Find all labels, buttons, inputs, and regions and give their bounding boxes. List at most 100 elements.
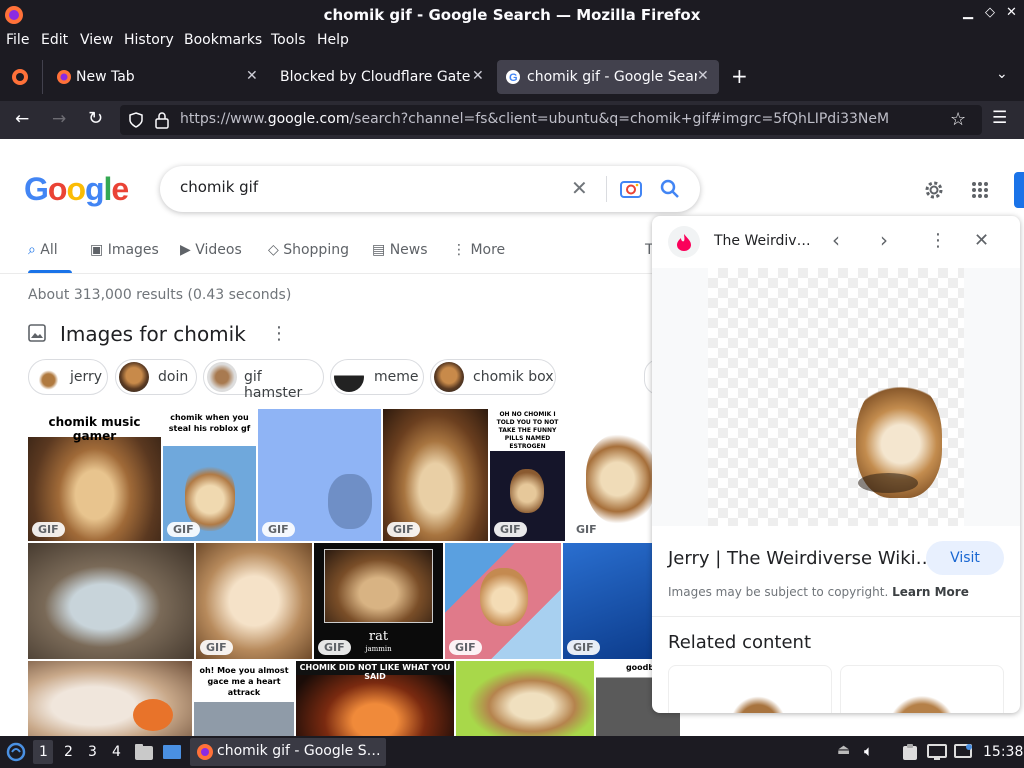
maximize-icon[interactable]: ◇ bbox=[985, 5, 995, 20]
menu-bookmarks[interactable]: Bookmarks bbox=[184, 32, 262, 48]
sign-in-button[interactable] bbox=[1014, 172, 1024, 208]
search-query[interactable]: chomik gif bbox=[180, 178, 258, 196]
workspace-1[interactable]: 1 bbox=[39, 744, 48, 760]
image-result[interactable]: GIF bbox=[445, 543, 561, 659]
workspace-2[interactable]: 2 bbox=[64, 744, 73, 760]
visit-button[interactable]: Visit bbox=[926, 541, 1004, 575]
close-tab-icon[interactable]: ✕ bbox=[246, 68, 258, 84]
menu-file[interactable]: File bbox=[6, 32, 29, 48]
gif-badge: GIF bbox=[570, 522, 603, 537]
source-name[interactable]: The Weirdiv… bbox=[714, 233, 811, 249]
list-tabs-chevron-icon[interactable]: ⌄ bbox=[996, 66, 1008, 82]
chip-jerry[interactable]: jerry bbox=[28, 359, 108, 395]
network-icon[interactable] bbox=[954, 743, 974, 761]
tab-news[interactable]: ▤ News bbox=[372, 242, 428, 258]
chip-gif-hamster[interactable]: gif hamster bbox=[203, 359, 324, 401]
chip-meme[interactable]: meme bbox=[330, 359, 424, 395]
workspace-3[interactable]: 3 bbox=[88, 744, 97, 760]
tab-videos[interactable]: ▶ Videos bbox=[180, 242, 242, 258]
taskbar-firefox-window[interactable]: chomik gif - Google S… bbox=[190, 738, 386, 766]
forward-icon[interactable]: → bbox=[52, 109, 66, 129]
volume-icon[interactable]: 🔈︎ bbox=[864, 742, 873, 760]
image-result[interactable]: chomik music gamer GIF bbox=[28, 409, 161, 541]
close-tab-icon[interactable]: ✕ bbox=[472, 68, 484, 84]
image-result[interactable]: OH NO CHOMIK I TOLD YOU TO NOT TAKE THE … bbox=[490, 409, 565, 541]
apps-grid-icon[interactable] bbox=[971, 181, 989, 199]
image-result[interactable]: rat jammin GIF bbox=[314, 543, 443, 659]
search-icon[interactable] bbox=[660, 179, 680, 199]
close-panel-icon[interactable]: ✕ bbox=[974, 230, 989, 251]
chip-chomik-box[interactable]: chomik box bbox=[430, 359, 556, 395]
tab-images[interactable]: ▣ Images bbox=[90, 242, 159, 258]
related-content-heading: Related content bbox=[668, 632, 811, 653]
chip-thumbnail bbox=[434, 362, 464, 392]
chip-doin[interactable]: doin bbox=[115, 359, 197, 395]
chip-label: gif hamster bbox=[244, 369, 303, 401]
url-bar[interactable]: https://www.google.com/search?channel=fs… bbox=[120, 105, 982, 135]
image-result[interactable] bbox=[28, 543, 194, 659]
menu-history[interactable]: History bbox=[124, 32, 174, 48]
google-logo[interactable]: Google bbox=[24, 171, 129, 208]
url-text[interactable]: https://www.google.com/search?channel=fs… bbox=[180, 111, 889, 127]
tab-more[interactable]: ⋮ More bbox=[452, 242, 505, 258]
new-tab-plus-icon[interactable]: + bbox=[731, 64, 748, 88]
image-section-icon bbox=[28, 324, 46, 342]
workspace-4[interactable]: 4 bbox=[112, 744, 121, 760]
preview-image[interactable] bbox=[708, 268, 964, 526]
image-result[interactable]: GIF bbox=[383, 409, 488, 541]
tabs-divider bbox=[0, 273, 660, 274]
section-more-options-icon[interactable]: ⋮ bbox=[270, 323, 288, 344]
shield-icon[interactable] bbox=[128, 112, 144, 128]
tab-new-tab[interactable]: New Tab ✕ bbox=[48, 60, 268, 94]
firefox-view-icon[interactable] bbox=[10, 67, 30, 87]
menu-edit[interactable]: Edit bbox=[41, 32, 68, 48]
menu-tools[interactable]: Tools bbox=[271, 32, 306, 48]
settings-gear-icon[interactable] bbox=[923, 179, 945, 201]
related-image[interactable] bbox=[840, 665, 1004, 713]
image-result[interactable] bbox=[28, 661, 192, 736]
close-window-icon[interactable]: ✕ bbox=[1006, 5, 1017, 20]
learn-more-link[interactable]: Learn More bbox=[892, 585, 969, 599]
tab-all[interactable]: ⌕ All bbox=[28, 242, 58, 258]
related-image[interactable] bbox=[668, 665, 832, 713]
file-manager-icon[interactable] bbox=[134, 743, 154, 761]
image-preview-panel: The Weirdiv… ‹ › ⋮ ✕ Jerry | The Weirdiv… bbox=[652, 216, 1020, 713]
reload-icon[interactable]: ↻ bbox=[88, 108, 103, 129]
back-icon[interactable]: ← bbox=[15, 109, 29, 129]
image-title[interactable]: Jerry | The Weirdiverse Wiki… bbox=[668, 548, 934, 569]
start-menu-icon[interactable] bbox=[6, 742, 26, 762]
display-icon[interactable] bbox=[927, 743, 947, 761]
image-result[interactable]: GIF bbox=[563, 543, 652, 659]
tab-label: chomik gif - Google Searc bbox=[527, 69, 697, 85]
camera-lens-icon[interactable] bbox=[620, 179, 642, 199]
image-result[interactable]: chomik when you steal his roblox gf GIF bbox=[163, 409, 256, 541]
image-result[interactable]: oh! Moe you almost gace me a heart attra… bbox=[194, 661, 294, 736]
panel-divider bbox=[652, 616, 1020, 617]
clipboard-icon[interactable] bbox=[901, 743, 919, 761]
clear-search-icon[interactable]: ✕ bbox=[571, 176, 588, 200]
image-caption: chomik when you steal his roblox gf bbox=[168, 413, 251, 433]
lock-icon[interactable] bbox=[154, 111, 170, 129]
desktop-icon[interactable] bbox=[162, 743, 182, 761]
close-tab-icon[interactable]: ✕ bbox=[697, 68, 709, 84]
hamburger-menu-icon[interactable]: ☰ bbox=[992, 108, 1007, 128]
minimize-icon[interactable]: ▁ bbox=[963, 5, 973, 20]
image-result[interactable]: GIF bbox=[258, 409, 381, 541]
search-box[interactable]: chomik gif ✕ bbox=[160, 166, 700, 212]
upload-tray-icon[interactable]: ⏏ bbox=[837, 742, 850, 758]
tab-cloudflare[interactable]: Blocked by Cloudflare Gatew ✕ bbox=[272, 60, 494, 94]
bookmark-star-icon[interactable]: ☆ bbox=[950, 109, 966, 130]
menu-view[interactable]: View bbox=[80, 32, 113, 48]
tab-label: New Tab bbox=[76, 69, 135, 85]
more-options-icon[interactable]: ⋮ bbox=[929, 230, 947, 251]
image-result[interactable]: CHOMIK DID NOT LIKE WHAT YOU SAID bbox=[296, 661, 454, 736]
image-result[interactable] bbox=[456, 661, 594, 736]
url-path: /search?channel=fs&client=ubuntu&q=chomi… bbox=[349, 111, 890, 127]
menu-help[interactable]: Help bbox=[317, 32, 349, 48]
image-result[interactable]: GIF bbox=[566, 409, 652, 541]
tab-google-search[interactable]: G chomik gif - Google Searc ✕ bbox=[497, 60, 719, 94]
previous-image-icon[interactable]: ‹ bbox=[832, 228, 840, 252]
next-image-icon[interactable]: › bbox=[880, 228, 888, 252]
tab-shopping[interactable]: ◇ Shopping bbox=[268, 242, 349, 258]
image-result[interactable]: GIF bbox=[196, 543, 312, 659]
